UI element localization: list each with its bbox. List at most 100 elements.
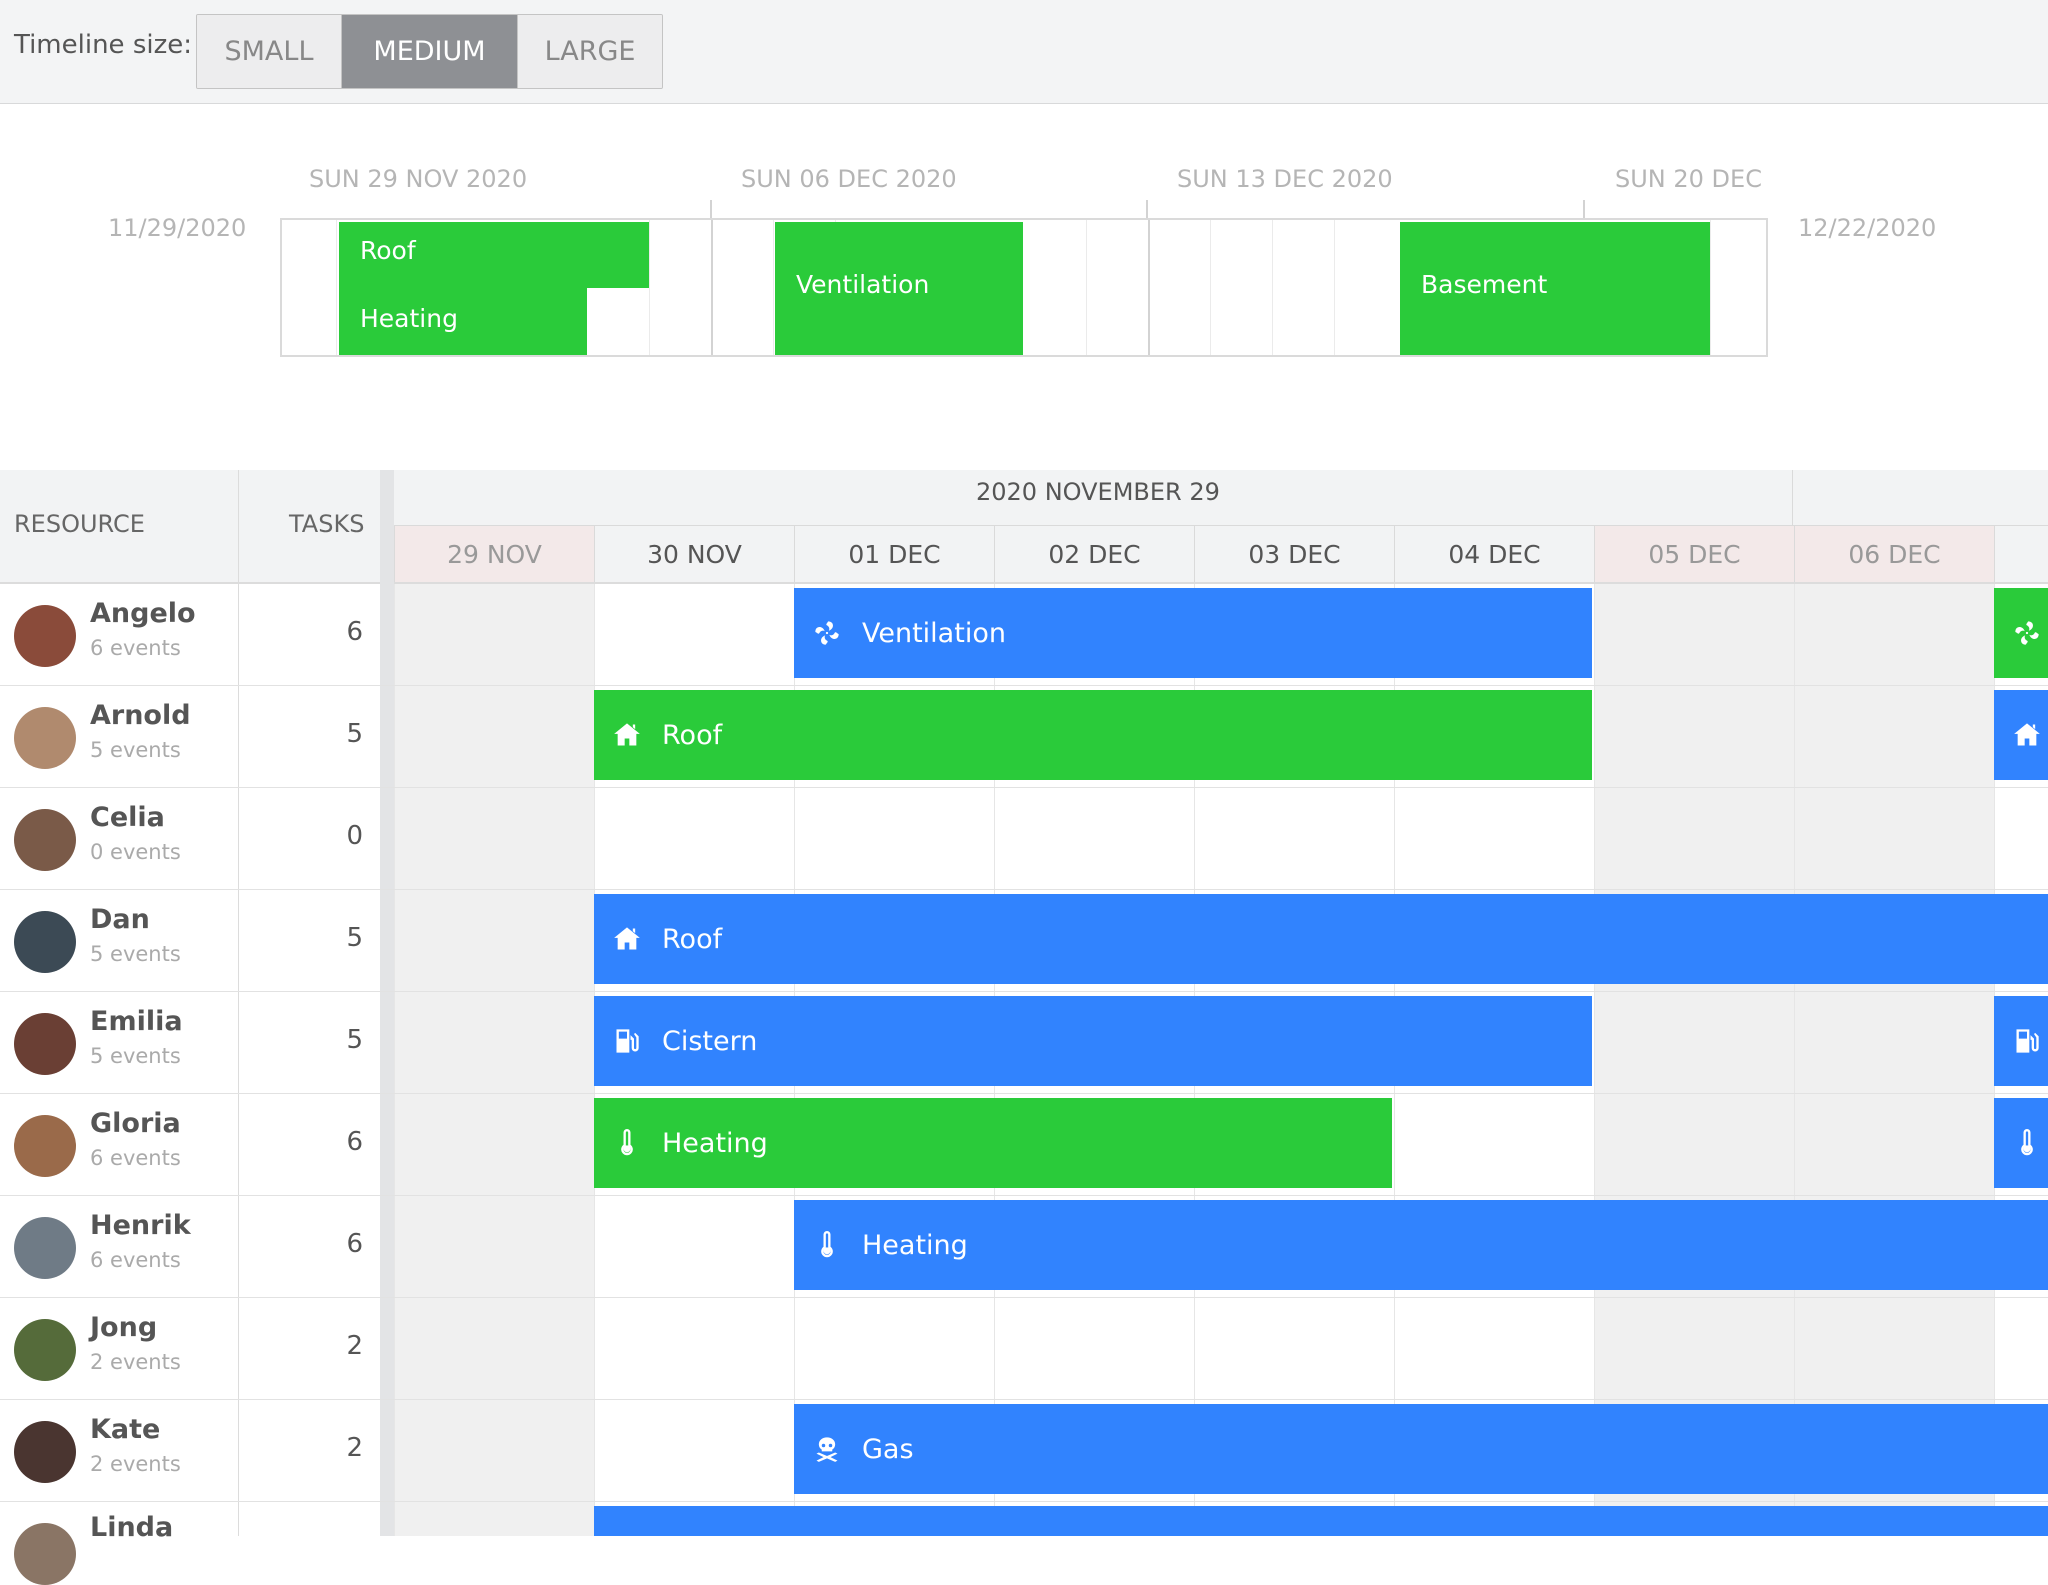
event-bar[interactable]: Heating <box>594 1098 1392 1188</box>
gas-pump-icon <box>612 1026 642 1056</box>
event-bar[interactable] <box>1994 996 2048 1086</box>
month-header: 2020 NOVEMBER 29 <box>976 478 1220 506</box>
overview-week-label: SUN 06 DEC 2020 <box>741 165 957 193</box>
house-icon <box>2012 720 2042 750</box>
overview-event-label: Roof <box>360 236 416 265</box>
resource-column-header[interactable]: RESOURCE <box>14 510 145 538</box>
event-bar[interactable]: Heating <box>794 1200 2048 1290</box>
avatar <box>14 1319 76 1381</box>
overview-event-label: Ventilation <box>796 270 930 299</box>
timeline-size-label: Timeline size: <box>14 30 192 60</box>
avatar <box>14 1013 76 1075</box>
resource-event-count: 5 events <box>90 1044 181 1068</box>
resource-event-count: 5 events <box>90 738 181 762</box>
task-count: 6 <box>346 1229 363 1259</box>
event-label: Ventilation <box>862 617 1006 649</box>
day-header: 02 DEC <box>994 525 1194 582</box>
overview-week-label: SUN 20 DEC <box>1615 165 1762 193</box>
overview-week-tick <box>1146 200 1148 218</box>
resource-name: Arnold <box>90 700 191 731</box>
avatar <box>14 1421 76 1483</box>
overview-start-date: 11/29/2020 <box>108 214 247 242</box>
skull-crossbones-icon <box>812 1434 842 1464</box>
resource-event-count: 2 events <box>90 1350 181 1374</box>
resource-row[interactable]: Jong 2 events 2 <box>0 1298 2048 1400</box>
task-count: 5 <box>346 719 363 749</box>
timeline-size-selector: SMALL MEDIUM LARGE <box>196 14 663 89</box>
avatar <box>14 707 76 769</box>
avatar <box>14 1217 76 1279</box>
overview-week-tick <box>710 200 712 218</box>
task-count: 6 <box>346 1127 363 1157</box>
task-count: 0 <box>346 821 363 851</box>
resource-event-count: 0 events <box>90 840 181 864</box>
resource-event-count: 5 events <box>90 942 181 966</box>
fan-icon <box>812 618 842 648</box>
avatar <box>14 605 76 667</box>
medium-button[interactable]: MEDIUM <box>342 15 518 88</box>
event-bar[interactable]: Cistern <box>594 996 1592 1086</box>
resource-name: Jong <box>90 1312 158 1343</box>
large-button[interactable]: LARGE <box>518 15 662 88</box>
resource-name: Celia <box>90 802 165 833</box>
avatar <box>14 1523 76 1585</box>
resource-name: Linda <box>90 1512 174 1543</box>
day-header: 06 DEC <box>1794 525 1994 582</box>
overview-end-date: 12/22/2020 <box>1798 214 1937 242</box>
resource-row[interactable]: Celia 0 events 0 <box>0 788 2048 890</box>
event-bar[interactable]: Ventilation <box>794 588 1592 678</box>
day-header: 05 DEC <box>1594 525 1794 582</box>
thermometer-icon <box>2012 1128 2042 1158</box>
day-header <box>1994 525 2048 582</box>
event-label: Heating <box>862 1229 968 1261</box>
event-bar[interactable]: Roof <box>594 690 1592 780</box>
resource-name: Gloria <box>90 1108 181 1139</box>
overview-week-label: SUN 13 DEC 2020 <box>1177 165 1393 193</box>
event-label: Heating <box>662 1127 768 1159</box>
day-header: 30 NOV <box>594 525 794 582</box>
toolbar: Timeline size: SMALL MEDIUM LARGE <box>0 0 2048 104</box>
avatar <box>14 809 76 871</box>
thermometer-icon <box>812 1230 842 1260</box>
avatar <box>14 1115 76 1177</box>
gas-pump-icon <box>2012 1026 2042 1056</box>
task-count: 2 <box>346 1331 363 1361</box>
event-label: Roof <box>662 923 723 955</box>
resource-event-count: 2 events <box>90 1452 181 1476</box>
thermometer-icon <box>612 1128 642 1158</box>
resource-name: Emilia <box>90 1006 183 1037</box>
day-header: 01 DEC <box>794 525 994 582</box>
tasks-column-header[interactable]: TASKS <box>289 510 364 538</box>
event-bar[interactable] <box>594 1506 2048 1536</box>
task-count: 5 <box>346 1025 363 1055</box>
event-bar[interactable] <box>1994 588 2048 678</box>
event-bar[interactable]: Gas <box>794 1404 2048 1494</box>
day-header: 03 DEC <box>1194 525 1394 582</box>
small-button[interactable]: SMALL <box>197 15 342 88</box>
resource-name: Henrik <box>90 1210 191 1241</box>
fan-icon <box>2012 618 2042 648</box>
overview-track[interactable]: Roof Heating Ventilation Basement <box>280 218 1768 357</box>
resource-name: Dan <box>90 904 150 935</box>
task-count: 5 <box>346 923 363 953</box>
overview-week-label: SUN 29 NOV 2020 <box>309 165 528 193</box>
task-count: 2 <box>346 1433 363 1463</box>
house-icon <box>612 720 642 750</box>
event-label: Gas <box>862 1433 914 1465</box>
resource-name: Kate <box>90 1414 161 1445</box>
resource-event-count: 6 events <box>90 1248 181 1272</box>
event-bar[interactable]: Roof <box>594 894 2048 984</box>
avatar <box>14 911 76 973</box>
overview-week-tick <box>1583 200 1585 218</box>
resource-event-count: 6 events <box>90 1146 181 1170</box>
day-header: 29 NOV <box>394 525 594 582</box>
event-label: Roof <box>662 719 723 751</box>
event-label: Cistern <box>662 1025 758 1057</box>
house-icon <box>612 924 642 954</box>
resource-event-count: 6 events <box>90 636 181 660</box>
event-bar[interactable] <box>1994 690 2048 780</box>
overview-event-label: Basement <box>1421 270 1548 299</box>
resource-name: Angelo <box>90 598 196 629</box>
event-bar[interactable] <box>1994 1098 2048 1188</box>
overview-event-label: Heating <box>360 304 458 333</box>
